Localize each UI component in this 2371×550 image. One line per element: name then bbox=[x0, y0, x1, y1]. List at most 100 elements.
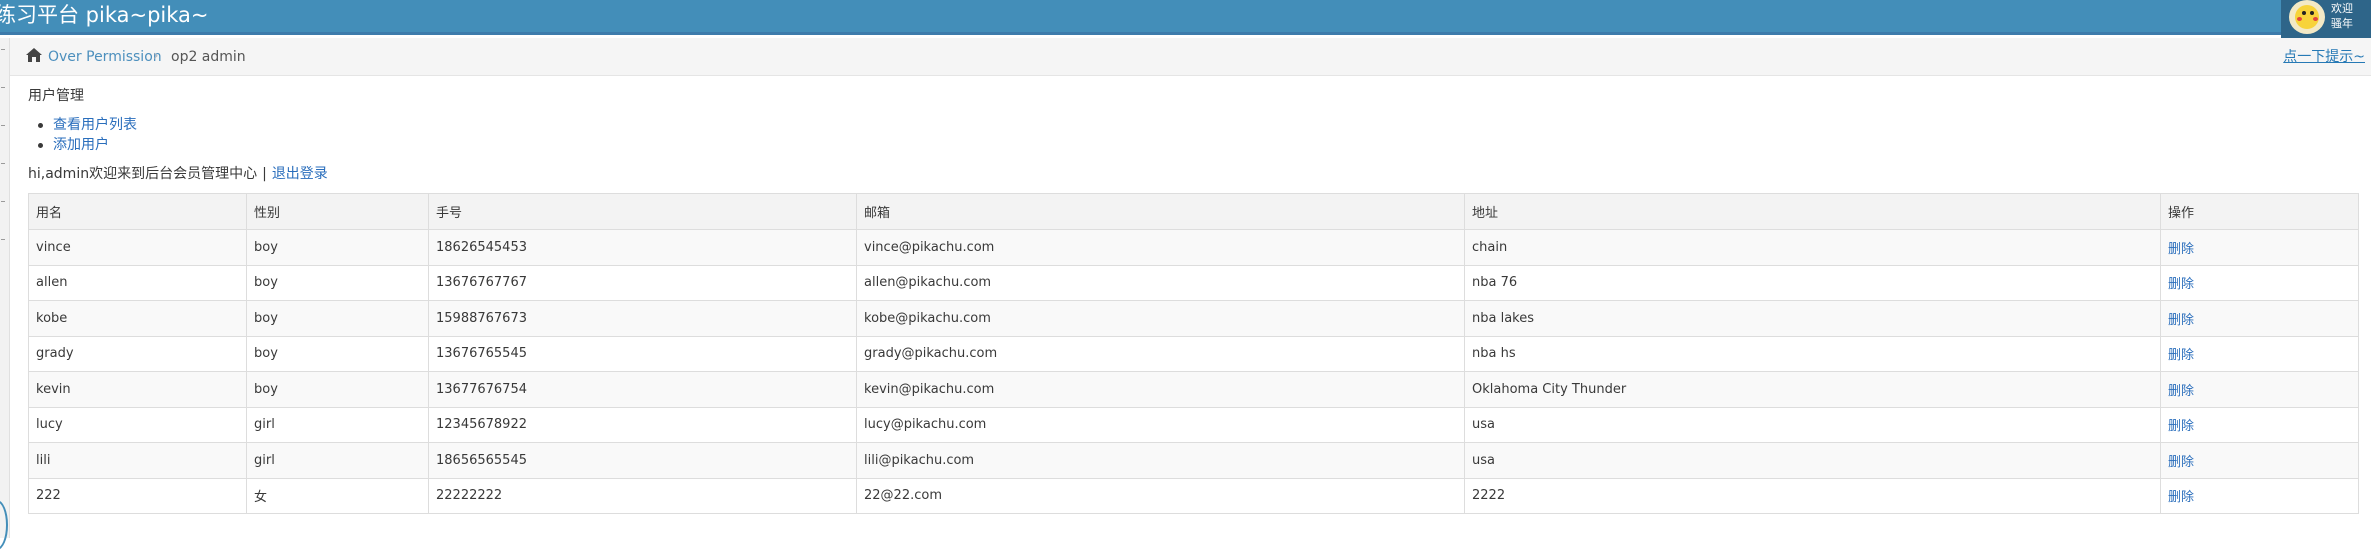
column-header-address: 地址 bbox=[1464, 193, 2161, 230]
cell-name: kobe bbox=[28, 300, 247, 337]
cell-email: 22@22.com bbox=[856, 477, 1465, 514]
cell-gender: boy bbox=[246, 264, 429, 301]
section-title: 用户管理 bbox=[28, 88, 84, 104]
delete-link[interactable]: 删除 bbox=[2168, 348, 2194, 363]
table-row: grady boy 13676765545 grady@pikachu.com … bbox=[28, 335, 2359, 372]
delete-link[interactable]: 删除 bbox=[2168, 277, 2194, 292]
rail-marker bbox=[1, 163, 5, 164]
list-item: 添加用户 bbox=[36, 135, 137, 155]
cell-gender: girl bbox=[246, 442, 429, 479]
avatar-cheek-right bbox=[2313, 17, 2318, 21]
user-menu[interactable]: 欢迎 骚年 bbox=[2281, 0, 2371, 38]
cell-action: 删除 bbox=[2160, 229, 2359, 266]
cell-phone: 13677676754 bbox=[428, 371, 857, 408]
delete-link[interactable]: 删除 bbox=[2168, 455, 2194, 470]
cell-address: nba hs bbox=[1464, 335, 2161, 372]
user-actions-list: 查看用户列表 添加用户 bbox=[36, 115, 137, 155]
cell-email: kobe@pikachu.com bbox=[856, 300, 1465, 337]
cell-phone: 13676765545 bbox=[428, 335, 857, 372]
table-row: kobe boy 15988767673 kobe@pikachu.com nb… bbox=[28, 300, 2359, 337]
cell-name: grady bbox=[28, 335, 247, 372]
table-header-row: 用名 性别 手号 邮箱 地址 操作 bbox=[28, 193, 2359, 230]
delete-link[interactable]: 删除 bbox=[2168, 384, 2194, 399]
table-row: vince boy 18626545453 vince@pikachu.com … bbox=[28, 229, 2359, 266]
cell-name: 222 bbox=[28, 477, 247, 514]
cell-address: usa bbox=[1464, 442, 2161, 479]
cell-gender: 女 bbox=[246, 477, 429, 514]
cell-phone: 22222222 bbox=[428, 477, 857, 514]
welcome-message: hi,admin欢迎来到后台会员管理中心 | 退出登录 bbox=[28, 165, 328, 183]
column-header-action: 操作 bbox=[2160, 193, 2359, 230]
breadcrumb: Over Permission › op2 admin 点一下提示~ bbox=[10, 38, 2371, 76]
avatar[interactable] bbox=[2289, 0, 2325, 34]
table-row: allen boy 13676767767 allen@pikachu.com … bbox=[28, 264, 2359, 301]
column-header-email: 邮箱 bbox=[856, 193, 1465, 230]
breadcrumb-separator-icon: › bbox=[153, 48, 159, 64]
sidebar-rail bbox=[0, 38, 10, 538]
view-user-list-link[interactable]: 查看用户列表 bbox=[53, 117, 137, 133]
cell-email: lucy@pikachu.com bbox=[856, 406, 1465, 443]
delete-link[interactable]: 删除 bbox=[2168, 419, 2194, 434]
rail-marker bbox=[1, 125, 5, 126]
cell-name: vince bbox=[28, 229, 247, 266]
cell-action: 删除 bbox=[2160, 264, 2359, 301]
cell-address: Oklahoma City Thunder bbox=[1464, 371, 2161, 408]
table-row: kevin boy 13677676754 kevin@pikachu.com … bbox=[28, 371, 2359, 408]
logout-link[interactable]: 退出登录 bbox=[272, 166, 328, 182]
cell-gender: girl bbox=[246, 406, 429, 443]
cell-address: chain bbox=[1464, 229, 2161, 266]
table-row: lucy girl 12345678922 lucy@pikachu.com u… bbox=[28, 406, 2359, 443]
column-header-gender: 性别 bbox=[246, 193, 429, 230]
cell-phone: 12345678922 bbox=[428, 406, 857, 443]
hint-link[interactable]: 点一下提示~ bbox=[2283, 48, 2365, 66]
user-table: 用名 性别 手号 邮箱 地址 操作 vince boy 18626545453 … bbox=[28, 193, 2359, 514]
top-navbar: 练习平台 pika~pika~ 欢迎 骚年 bbox=[0, 0, 2371, 38]
column-header-phone: 手号 bbox=[428, 193, 857, 230]
bullet-icon bbox=[38, 143, 43, 148]
cell-email: vince@pikachu.com bbox=[856, 229, 1465, 266]
cell-name: kevin bbox=[28, 371, 247, 408]
rail-marker bbox=[1, 239, 5, 240]
table-row: 222 女 22222222 22@22.com 2222 删除 bbox=[28, 477, 2359, 514]
cell-address: 2222 bbox=[1464, 477, 2161, 514]
cell-name: allen bbox=[28, 264, 247, 301]
welcome-line-2: 骚年 bbox=[2331, 17, 2353, 30]
greeting-separator: | bbox=[262, 166, 267, 182]
delete-link[interactable]: 删除 bbox=[2168, 242, 2194, 257]
breadcrumb-current: op2 admin bbox=[171, 49, 246, 65]
delete-link[interactable]: 删除 bbox=[2168, 313, 2194, 328]
cell-gender: boy bbox=[246, 335, 429, 372]
cell-gender: boy bbox=[246, 229, 429, 266]
list-item: 查看用户列表 bbox=[36, 115, 137, 135]
welcome-line-1: 欢迎 bbox=[2331, 2, 2353, 15]
table-row: lili girl 18656565545 lili@pikachu.com u… bbox=[28, 442, 2359, 479]
cell-email: lili@pikachu.com bbox=[856, 442, 1465, 479]
cell-name: lili bbox=[28, 442, 247, 479]
user-table-container: 用名 性别 手号 邮箱 地址 操作 vince boy 18626545453 … bbox=[28, 193, 2359, 514]
welcome-text: 欢迎 骚年 bbox=[2331, 1, 2371, 31]
cell-action: 删除 bbox=[2160, 300, 2359, 337]
breadcrumb-link-over-permission[interactable]: Over Permission bbox=[48, 48, 162, 66]
cell-address: usa bbox=[1464, 406, 2161, 443]
cell-gender: boy bbox=[246, 300, 429, 337]
cell-phone: 13676767767 bbox=[428, 264, 857, 301]
cell-phone: 18626545453 bbox=[428, 229, 857, 266]
cell-address: nba lakes bbox=[1464, 300, 2161, 337]
home-icon[interactable] bbox=[26, 48, 42, 62]
cell-address: nba 76 bbox=[1464, 264, 2161, 301]
rail-marker bbox=[1, 201, 5, 202]
add-user-link[interactable]: 添加用户 bbox=[53, 137, 109, 153]
cell-action: 删除 bbox=[2160, 442, 2359, 479]
avatar-eye-right bbox=[2310, 11, 2314, 15]
cell-phone: 18656565545 bbox=[428, 442, 857, 479]
brand-title[interactable]: 练习平台 pika~pika~ bbox=[0, 0, 209, 30]
cell-action: 删除 bbox=[2160, 406, 2359, 443]
cell-email: grady@pikachu.com bbox=[856, 335, 1465, 372]
cell-gender: boy bbox=[246, 371, 429, 408]
cell-action: 删除 bbox=[2160, 335, 2359, 372]
cell-name: lucy bbox=[28, 406, 247, 443]
avatar-cheek-left bbox=[2297, 17, 2302, 21]
delete-link[interactable]: 删除 bbox=[2168, 490, 2194, 505]
rail-marker bbox=[1, 87, 5, 88]
cell-action: 删除 bbox=[2160, 477, 2359, 514]
